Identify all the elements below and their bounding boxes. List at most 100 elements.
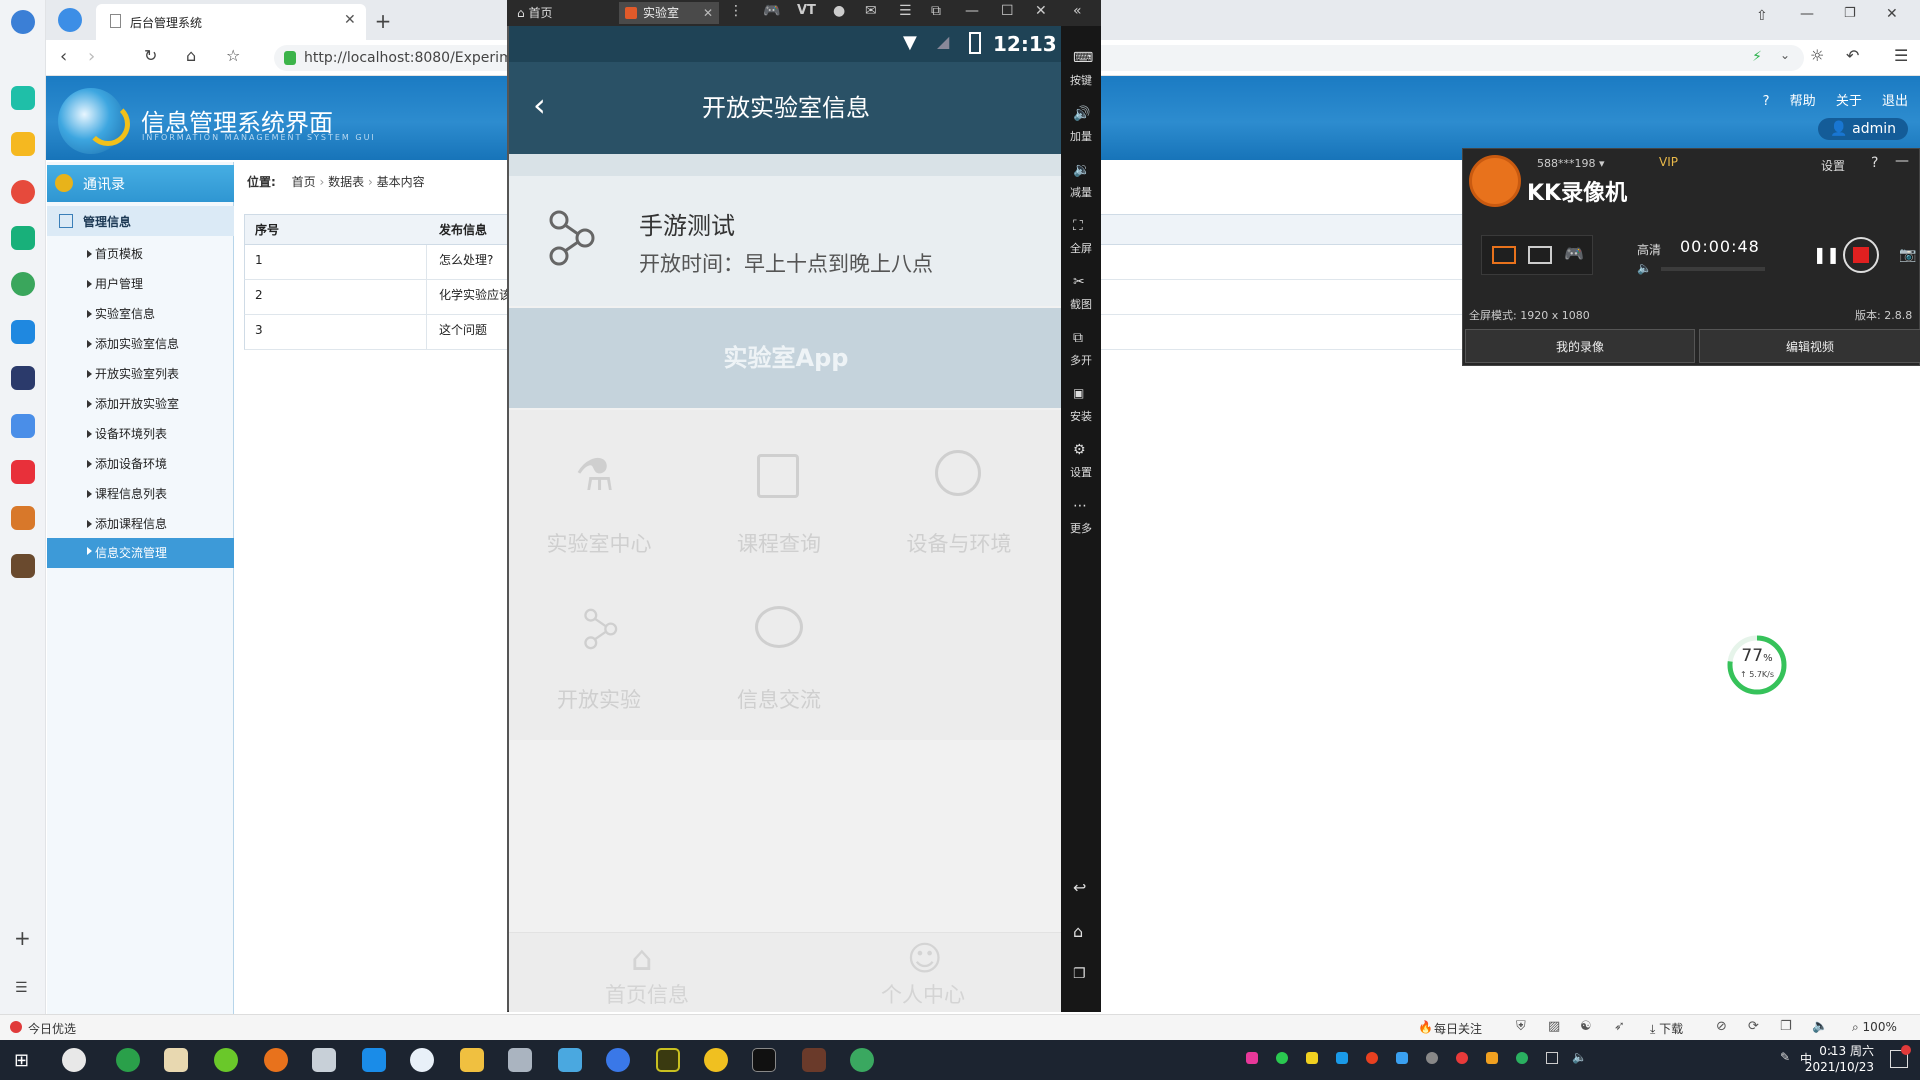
- chevron-down-icon[interactable]: ⌄: [1780, 48, 1790, 62]
- game2-icon[interactable]: [11, 554, 35, 578]
- android-studio-icon[interactable]: [606, 1048, 630, 1072]
- fullscreen-button[interactable]: ⛶ 全屏: [1061, 210, 1101, 264]
- tray-green-icon[interactable]: [1516, 1052, 1528, 1064]
- breadcrumb-home[interactable]: 首页: [292, 175, 316, 189]
- camera-icon[interactable]: 📷: [1899, 247, 1916, 263]
- fireworks-icon[interactable]: [656, 1048, 680, 1072]
- collapse-icon[interactable]: «: [1073, 3, 1082, 19]
- window-icon[interactable]: ❐: [1780, 1019, 1792, 1034]
- network-speed-widget[interactable]: 77% ↑ 5.7K/s: [1726, 634, 1788, 696]
- brightness-icon[interactable]: ☼: [1810, 46, 1824, 65]
- account-icon[interactable]: ●: [833, 3, 845, 19]
- reload-icon[interactable]: ↻: [144, 46, 157, 65]
- daily-follow-link[interactable]: 每日关注: [1434, 1020, 1482, 1037]
- android-icon[interactable]: [850, 1048, 874, 1072]
- sidebar-item-add-equipment[interactable]: 添加设备环境: [47, 451, 234, 477]
- window-mode-icon[interactable]: [1528, 246, 1552, 264]
- back-icon[interactable]: ‹: [60, 46, 67, 67]
- shield-icon[interactable]: ⛨: [1516, 1019, 1526, 1034]
- undo-icon[interactable]: ↶: [1846, 46, 1859, 65]
- pen-icon[interactable]: ✎: [1780, 1050, 1790, 1064]
- sidebar-item-add-course[interactable]: 添加课程信息: [47, 511, 234, 537]
- tile-lab-center[interactable]: ⚗ 实验室中心: [509, 450, 689, 570]
- tray-red-icon[interactable]: [1366, 1052, 1378, 1064]
- forward-icon[interactable]: ›: [88, 46, 95, 67]
- windows-start-icon[interactable]: ⊞: [14, 1050, 29, 1071]
- cloud-icon[interactable]: [11, 272, 35, 296]
- clean-icon[interactable]: ⊘: [1716, 1019, 1727, 1034]
- folder-icon[interactable]: [460, 1048, 484, 1072]
- sidebar-item-add-open-lab[interactable]: 添加开放实验室: [47, 391, 234, 417]
- sidebar-header-contacts[interactable]: 通讯录: [47, 165, 234, 202]
- tray-battery-icon[interactable]: [1546, 1052, 1558, 1064]
- lightning-icon[interactable]: ⚡: [1752, 49, 1762, 65]
- my-recordings-button[interactable]: 我的录像: [1465, 329, 1695, 363]
- tray-yellow-icon[interactable]: [1306, 1052, 1318, 1064]
- lab-card[interactable]: 手游测试 开放时间：早上十点到晚上八点: [509, 176, 1063, 306]
- sidebar-item-add-lab[interactable]: 添加实验室信息: [47, 331, 234, 357]
- settings-button[interactable]: ⚙ 设置: [1061, 434, 1101, 488]
- maximize-icon[interactable]: ❐: [1844, 6, 1856, 21]
- user-badge[interactable]: 👤 admin: [1818, 118, 1908, 140]
- news-icon[interactable]: [11, 366, 35, 390]
- emulator-tab-home[interactable]: ⌂ 首页: [517, 2, 597, 24]
- doc-icon[interactable]: [11, 414, 35, 438]
- more-button[interactable]: ⋯ 更多: [1061, 490, 1101, 544]
- minimize-icon[interactable]: —: [1800, 6, 1814, 22]
- sidebar-section-manage[interactable]: 管理信息: [47, 206, 234, 236]
- about-link[interactable]: 关于: [1836, 94, 1862, 109]
- breadcrumb-basic[interactable]: 基本内容: [377, 175, 425, 189]
- tab-admin[interactable]: 后台管理系统 ✕: [96, 4, 366, 40]
- green-app-icon[interactable]: [214, 1048, 238, 1072]
- pause-icon[interactable]: ❚❚: [1813, 245, 1840, 264]
- emulator-tab-lab[interactable]: 实验室 ✕: [619, 2, 719, 24]
- keys-button[interactable]: ⌨ 按键: [1061, 42, 1101, 96]
- p-app-icon[interactable]: [11, 320, 35, 344]
- tray-weibo-icon[interactable]: [1456, 1052, 1468, 1064]
- tile-message-exchange[interactable]: 信息交流: [689, 606, 869, 726]
- kk-account[interactable]: 588***198 ▾: [1537, 157, 1605, 170]
- volume-up-button[interactable]: 🔊 加量: [1061, 98, 1101, 152]
- system-clock[interactable]: 0:13 周六 2021/10/23: [1805, 1043, 1874, 1075]
- star-icon[interactable]: [11, 132, 35, 156]
- sidebar-item-lab-info[interactable]: 实验室信息: [47, 301, 234, 327]
- android-home-button[interactable]: ⌂: [1061, 916, 1101, 946]
- android-back-button[interactable]: ↩: [1061, 872, 1101, 902]
- sidebar-item-course-list[interactable]: 课程信息列表: [47, 481, 234, 507]
- network-app-icon[interactable]: [410, 1048, 434, 1072]
- tile-course-query[interactable]: 课程查询: [689, 450, 869, 570]
- mail-icon[interactable]: [11, 226, 35, 250]
- nav-profile[interactable]: ☺ 个人中心: [833, 933, 1013, 1013]
- gamepad-icon[interactable]: 🎮: [763, 3, 780, 19]
- new-tab-button[interactable]: +: [366, 6, 400, 36]
- emulator-icon[interactable]: [704, 1048, 728, 1072]
- quality-label[interactable]: 高清: [1637, 241, 1661, 258]
- browser-360-icon[interactable]: [116, 1048, 140, 1072]
- help-link[interactable]: ? 帮助: [1763, 94, 1816, 109]
- game-app-icon[interactable]: [802, 1048, 826, 1072]
- home-icon[interactable]: ⌂: [186, 46, 196, 65]
- close-icon[interactable]: ✕: [703, 2, 713, 24]
- bookmark-star-icon[interactable]: ☆: [226, 46, 240, 65]
- close-icon[interactable]: ✕: [344, 12, 356, 28]
- notification-icon[interactable]: [1890, 1045, 1911, 1068]
- menu-icon[interactable]: ☰: [1894, 46, 1908, 65]
- sound-icon[interactable]: 🔈: [1812, 1019, 1828, 1034]
- add-icon[interactable]: +: [14, 926, 31, 950]
- maximize-icon[interactable]: ☐: [1001, 3, 1014, 19]
- download-link[interactable]: ⤓ 下载: [1650, 1020, 1683, 1037]
- rocket-icon[interactable]: ➶: [1614, 1019, 1625, 1034]
- sidebar-item-message-management[interactable]: 信息交流管理: [47, 538, 234, 568]
- mail-icon[interactable]: ✉: [865, 3, 877, 19]
- tray-qq-icon[interactable]: [1426, 1052, 1438, 1064]
- sidebar-item-home-template[interactable]: 首页模板: [47, 241, 234, 267]
- robot-icon[interactable]: [312, 1048, 336, 1072]
- game-mode-icon[interactable]: 🎮: [1564, 244, 1584, 263]
- tray-wechat-icon[interactable]: [1276, 1052, 1288, 1064]
- game-icon[interactable]: [11, 506, 35, 530]
- browser-logo-icon[interactable]: [58, 8, 82, 32]
- tray-blue-icon[interactable]: [1336, 1052, 1348, 1064]
- tile-open-experiment[interactable]: 开放实验: [509, 606, 689, 726]
- logout-link[interactable]: 退出: [1882, 94, 1908, 109]
- volume-down-button[interactable]: 🔉 减量: [1061, 154, 1101, 208]
